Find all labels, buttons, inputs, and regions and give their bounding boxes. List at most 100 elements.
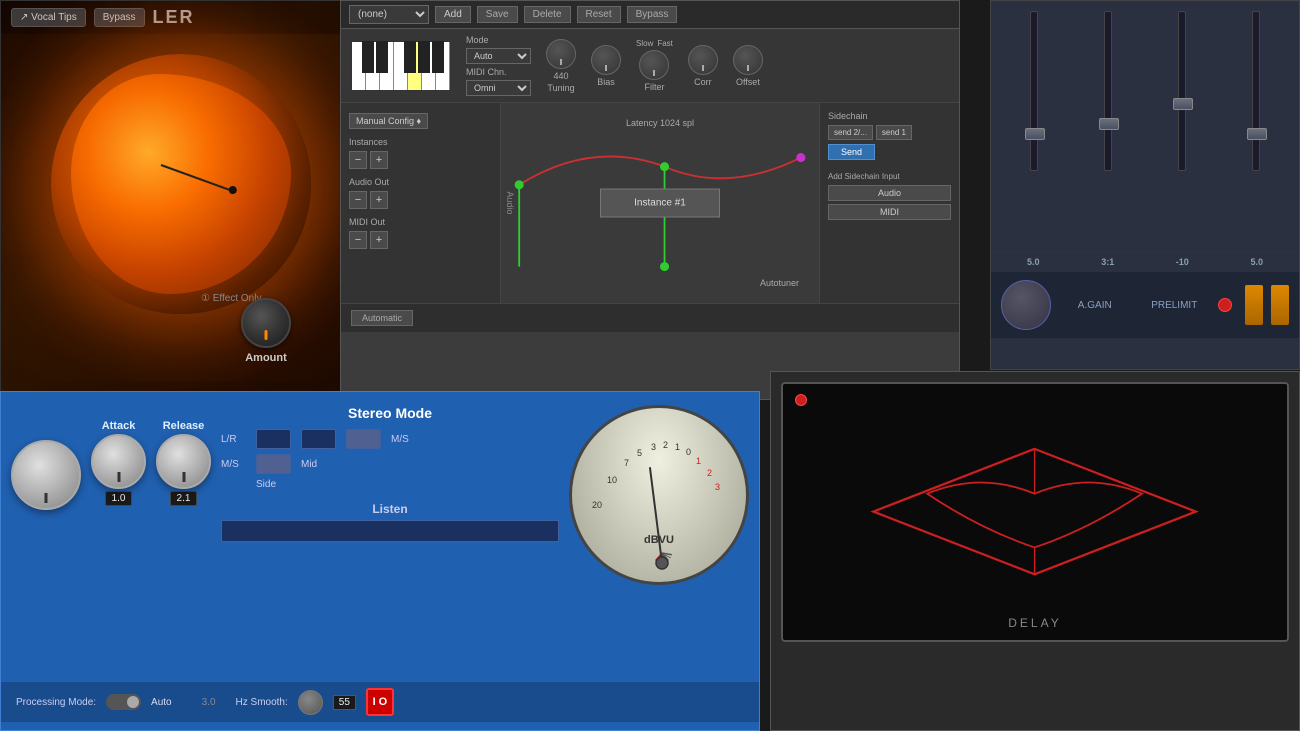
proc-value: 3.0 xyxy=(202,697,216,708)
manual-config-button[interactable]: Manual Config ♦ xyxy=(349,113,428,129)
ms-btn-2[interactable] xyxy=(256,454,291,474)
release-knob[interactable] xyxy=(156,434,211,489)
add-midi-button[interactable]: MIDI xyxy=(828,204,951,220)
add-button[interactable]: Add xyxy=(435,6,471,23)
bypass-button-at[interactable]: Bypass xyxy=(627,6,678,23)
save-button[interactable]: Save xyxy=(477,6,518,23)
piano-black-key xyxy=(404,41,416,73)
svg-text:dBVU: dBVU xyxy=(644,534,674,546)
compression-knob[interactable] xyxy=(11,440,81,510)
instances-plus[interactable]: + xyxy=(370,151,388,169)
fader-handle-2[interactable] xyxy=(1099,118,1119,130)
svg-text:3: 3 xyxy=(715,482,720,492)
audio-out-minus[interactable]: − xyxy=(349,191,367,209)
listen-label: Listen xyxy=(221,502,559,516)
vocal-header: ↗ Vocal Tips Bypass LER xyxy=(1,1,369,34)
tuning-knob[interactable] xyxy=(546,39,576,69)
corr-group: Corr xyxy=(688,45,718,87)
send-button[interactable]: Send xyxy=(828,144,875,160)
reset-button[interactable]: Reset xyxy=(577,6,621,23)
tuning-value-label: 440 xyxy=(553,71,568,81)
svg-text:0: 0 xyxy=(686,447,691,457)
offset-group: Offset xyxy=(733,45,763,87)
mode-select[interactable]: Auto xyxy=(466,48,531,64)
amount-knob[interactable] xyxy=(241,298,291,348)
lr-btn-2[interactable] xyxy=(301,429,336,449)
vu-meter-svg: 20 10 7 5 3 2 1 0 1 2 3 xyxy=(572,408,749,585)
delay-indicator xyxy=(795,394,807,406)
bias-label: Bias xyxy=(597,77,615,87)
fader-track-1 xyxy=(1030,11,1038,171)
prelimit-label: PRELIMIT xyxy=(1139,300,1211,311)
mixer-faders-area xyxy=(991,1,1299,251)
delete-button[interactable]: Delete xyxy=(524,6,571,23)
bias-knob[interactable] xyxy=(591,45,621,75)
corr-knob[interactable] xyxy=(688,45,718,75)
hz-smooth-knob[interactable] xyxy=(298,690,323,715)
fader-handle-4[interactable] xyxy=(1247,128,1267,140)
fast-label: Fast xyxy=(657,39,673,48)
fader-track-4 xyxy=(1252,11,1260,171)
fader-track-3 xyxy=(1178,11,1186,171)
amount-label: Amount xyxy=(245,352,287,364)
vu-meter-section: 20 10 7 5 3 2 1 0 1 2 3 xyxy=(569,400,749,585)
send1-button[interactable]: send 1 xyxy=(876,125,912,140)
ms-btn[interactable] xyxy=(346,429,381,449)
fader-handle-1[interactable] xyxy=(1025,128,1045,140)
automatic-button[interactable]: Automatic xyxy=(351,310,413,326)
audio-out-controls: − + xyxy=(349,191,492,209)
power-button[interactable]: I O xyxy=(366,688,394,716)
midi-out-plus[interactable]: + xyxy=(370,231,388,249)
amount-knob-area: Amount xyxy=(241,298,291,364)
bias-group: Bias xyxy=(591,45,621,87)
midi-chn-select[interactable]: Omni xyxy=(466,80,531,96)
audio-out-plus[interactable]: + xyxy=(370,191,388,209)
bypass-button[interactable]: Bypass xyxy=(94,8,145,27)
filter-knob[interactable] xyxy=(639,50,669,80)
mode-section: Mode Auto MIDI Chn. Omni xyxy=(466,35,531,96)
gain-knob[interactable] xyxy=(1001,280,1051,330)
release-value: 2.1 xyxy=(170,491,198,506)
processing-mode-toggle[interactable] xyxy=(106,694,141,710)
svg-text:1: 1 xyxy=(696,456,701,466)
autotuner-controls: Mode Auto MIDI Chn. Omni 440 Tuning Bias… xyxy=(341,29,959,103)
attack-release-section: Attack 1.0 xyxy=(91,400,146,506)
svg-text:10: 10 xyxy=(607,475,617,485)
send2-button[interactable]: send 2/... xyxy=(828,125,873,140)
autotuner-label: Autotuner xyxy=(760,278,799,288)
piano-black-key xyxy=(418,41,430,73)
autotuner-main: Manual Config ♦ Instances − + Audio Out … xyxy=(341,103,959,303)
filter-group: Slow Fast Filter xyxy=(636,39,673,92)
preset-select[interactable]: (none) xyxy=(349,5,429,24)
attack-group: Attack 1.0 xyxy=(91,420,146,506)
a-gain-label: A.GAIN xyxy=(1059,300,1131,311)
delay-panel: DELAY xyxy=(770,371,1300,731)
lr-btn-1[interactable] xyxy=(256,429,291,449)
svg-text:3: 3 xyxy=(651,442,656,452)
offset-label: Offset xyxy=(736,77,760,87)
ch1-value: 5.0 xyxy=(1001,257,1066,267)
instances-label: Instances xyxy=(349,137,492,147)
orange-bar-indicator-2 xyxy=(1271,285,1289,325)
instances-minus[interactable]: − xyxy=(349,151,367,169)
mid-label: Mid xyxy=(301,459,317,470)
vu-meter: 20 10 7 5 3 2 1 0 1 2 3 xyxy=(569,405,749,585)
stereo-compressor-panel: Attack 1.0 Release 2.1 Stereo Mode L/R M… xyxy=(0,391,760,731)
ch4-value: 5.0 xyxy=(1225,257,1290,267)
orange-bar-indicator xyxy=(1245,285,1263,325)
vocal-tips-button[interactable]: ↗ Vocal Tips xyxy=(11,8,86,27)
offset-knob[interactable] xyxy=(733,45,763,75)
midi-out-minus[interactable]: − xyxy=(349,231,367,249)
listen-button[interactable] xyxy=(221,520,559,542)
add-audio-button[interactable]: Audio xyxy=(828,185,951,201)
svg-text:7: 7 xyxy=(624,458,629,468)
at-bottom: Automatic xyxy=(341,303,959,332)
piano-black-key xyxy=(362,41,374,73)
piano-black-key xyxy=(376,41,388,73)
filter-label: Filter xyxy=(644,82,664,92)
attack-knob[interactable] xyxy=(91,434,146,489)
attack-value: 1.0 xyxy=(105,491,133,506)
side-row: Side xyxy=(221,479,559,490)
fader-handle-3[interactable] xyxy=(1173,98,1193,110)
fader-track-2 xyxy=(1104,11,1112,171)
